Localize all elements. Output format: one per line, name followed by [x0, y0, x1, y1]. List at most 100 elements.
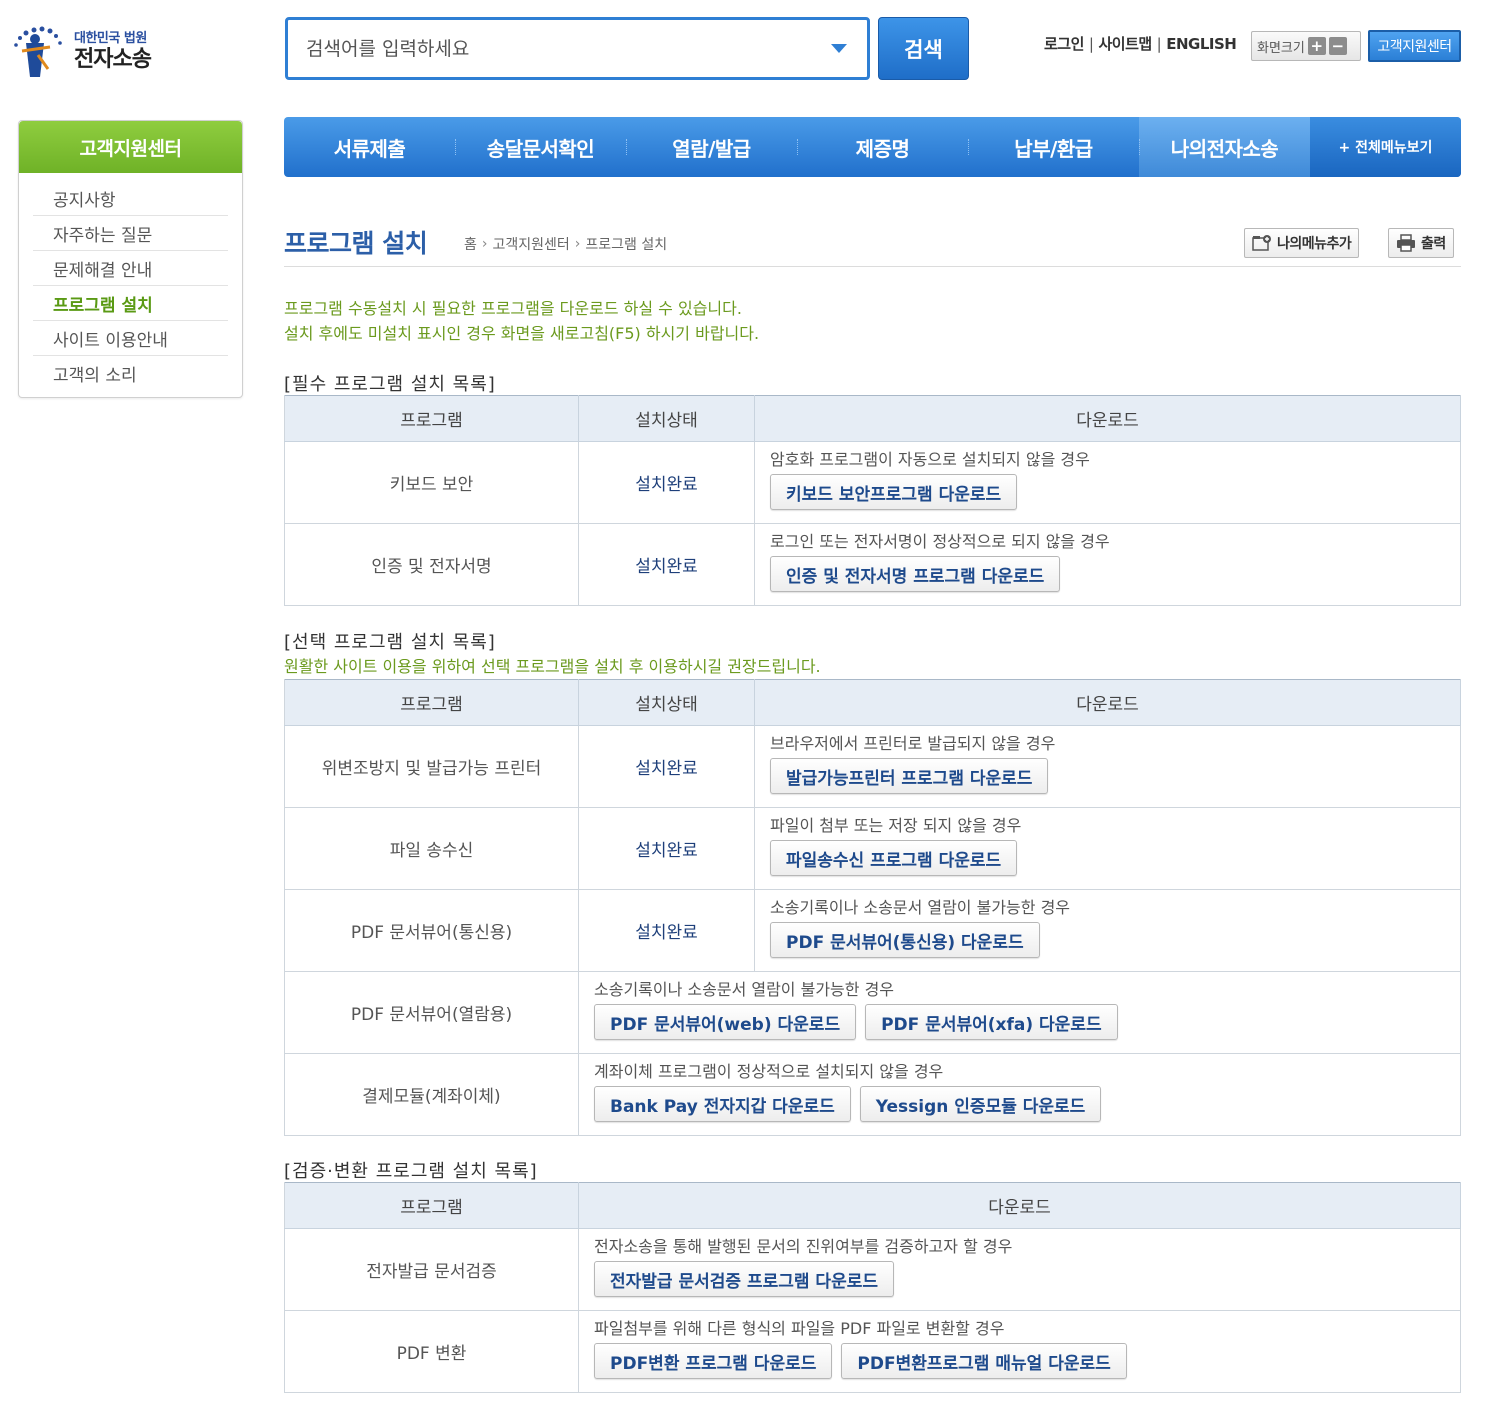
- column-header: 프로그램: [284, 1182, 579, 1229]
- support-center-button[interactable]: 고객지원센터: [1368, 30, 1461, 62]
- table-row: PDF 변환 파일첨부를 위해 다른 형식의 파일을 PDF 파일로 변환할 경…: [284, 1310, 1461, 1393]
- utility-links: 로그인 | 사이트맵 | ENGLISH: [1044, 33, 1237, 54]
- download-cell: 계좌이체 프로그램이 정상적으로 설치되지 않을 경우 Bank Pay 전자지…: [578, 1053, 1461, 1136]
- download-description: 소송기록이나 소송문서 열람이 불가능한 경우: [770, 898, 1071, 917]
- sidebar-item-troubleshooting[interactable]: 문제해결 안내: [33, 251, 228, 286]
- dropdown-caret-icon[interactable]: [829, 44, 849, 53]
- nav-view-issue[interactable]: 열람/발급: [626, 117, 797, 177]
- zoom-out-button[interactable]: −: [1328, 37, 1347, 55]
- program-name: PDF 문서뷰어(통신용): [284, 889, 579, 972]
- chevron-right-icon: ›: [574, 236, 581, 252]
- breadcrumb-home[interactable]: 홈: [464, 234, 477, 254]
- table-row: 인증 및 전자서명 설치완료 로그인 또는 전자서명이 정상적으로 되지 않을 …: [284, 523, 1461, 606]
- english-link[interactable]: ENGLISH: [1166, 35, 1237, 53]
- table-row: PDF 문서뷰어(열람용) 소송기록이나 소송문서 열람이 불가능한 경우 PD…: [284, 971, 1461, 1054]
- zoom-in-button[interactable]: +: [1307, 37, 1326, 55]
- table-row: 전자발급 문서검증 전자소송을 통해 발행된 문서의 진위여부를 검증하고자 할…: [284, 1228, 1461, 1311]
- logo-title: 전자소송: [74, 46, 152, 72]
- required-programs-table: 프로그램 설치상태 다운로드 키보드 보안 설치완료 암호화 프로그램이 자동으…: [284, 395, 1461, 606]
- certificate-signature-download-button[interactable]: 인증 및 전자서명 프로그램 다운로드: [770, 556, 1061, 592]
- download-cell: 로그인 또는 전자서명이 정상적으로 되지 않을 경우 인증 및 전자서명 프로…: [754, 523, 1461, 606]
- document-verify-download-button[interactable]: 전자발급 문서검증 프로그램 다운로드: [594, 1261, 894, 1297]
- table-row: 파일 송수신 설치완료 파일이 첨부 또는 저장 되지 않을 경우 파일송수신 …: [284, 807, 1461, 890]
- table-row: 위변조방지 및 발급가능 프린터 설치완료 브라우저에서 프린터로 발급되지 않…: [284, 725, 1461, 808]
- separator: |: [1088, 34, 1094, 53]
- nav-certificates[interactable]: 제증명: [797, 117, 968, 177]
- nav-payment-refund[interactable]: 납부/환급: [968, 117, 1139, 177]
- optional-section-title: [선택 프로그램 설치 목록]: [284, 632, 496, 653]
- verify-programs-table: 프로그램 다운로드 전자발급 문서검증 전자소송을 통해 발행된 문서의 진위여…: [284, 1182, 1461, 1393]
- login-link[interactable]: 로그인: [1044, 33, 1084, 54]
- sidebar: 고객지원센터 공지사항 자주하는 질문 문제해결 안내 프로그램 설치 사이트 …: [18, 120, 243, 398]
- zoom-control: 화면크기 + −: [1251, 31, 1361, 61]
- pdf-viewer-xfa-download-button[interactable]: PDF 문서뷰어(xfa) 다운로드: [865, 1004, 1118, 1040]
- optional-programs-table: 프로그램 설치상태 다운로드 위변조방지 및 발급가능 프린터 설치완료 브라우…: [284, 679, 1461, 1136]
- intro-text: 프로그램 수동설치 시 필요한 프로그램을 다운로드 하실 수 있습니다. 설치…: [284, 296, 759, 346]
- nav-delivery-check[interactable]: 송달문서확인: [455, 117, 626, 177]
- column-header: 프로그램: [284, 679, 579, 726]
- install-status: 설치완료: [578, 523, 755, 606]
- pdf-convert-manual-download-button[interactable]: PDF변환프로그램 매뉴얼 다운로드: [841, 1343, 1127, 1379]
- program-name: 결제모듈(계좌이체): [284, 1053, 579, 1136]
- nav-all-menu[interactable]: + 전체메뉴보기: [1310, 117, 1461, 177]
- optional-section-note: 원활한 사이트 이용을 위하여 선택 프로그램을 설치 후 이용하시길 권장드립…: [284, 657, 821, 676]
- printer-program-download-button[interactable]: 발급가능프린터 프로그램 다운로드: [770, 758, 1049, 794]
- download-cell: 파일첨부를 위해 다른 형식의 파일을 PDF 파일로 변환할 경우 PDF변환…: [578, 1310, 1461, 1393]
- sitemap-link[interactable]: 사이트맵: [1098, 33, 1152, 54]
- table-header-row: 프로그램 다운로드: [284, 1182, 1461, 1229]
- download-description: 브라우저에서 프린터로 발급되지 않을 경우: [770, 734, 1056, 753]
- yessign-module-download-button[interactable]: Yessign 인증모듈 다운로드: [859, 1086, 1102, 1122]
- table-row: 결제모듈(계좌이체) 계좌이체 프로그램이 정상적으로 설치되지 않을 경우 B…: [284, 1053, 1461, 1136]
- chevron-right-icon: ›: [481, 236, 488, 252]
- page-header: 프로그램 설치 홈 › 고객지원센터 › 프로그램 설치 나의메뉴추가 출력: [284, 222, 1461, 267]
- logo-subtitle: 대한민국 법원: [74, 30, 147, 46]
- nav-my-ecourt[interactable]: 나의전자소송: [1139, 117, 1310, 177]
- add-my-menu-button[interactable]: 나의메뉴추가: [1244, 228, 1360, 258]
- main-nav: 서류제출 송달문서확인 열람/발급 제증명 납부/환급 나의전자소송 + 전체메…: [284, 117, 1461, 177]
- printer-icon: [1396, 234, 1416, 252]
- keyboard-security-download-button[interactable]: 키보드 보안프로그램 다운로드: [770, 474, 1018, 510]
- breadcrumb-support[interactable]: 고객지원센터: [493, 234, 570, 254]
- sidebar-item-program-install[interactable]: 프로그램 설치: [33, 286, 228, 321]
- sidebar-item-notice[interactable]: 공지사항: [33, 181, 228, 216]
- column-header: 다운로드: [578, 1182, 1461, 1229]
- file-transfer-download-button[interactable]: 파일송수신 프로그램 다운로드: [770, 840, 1018, 876]
- search-button[interactable]: 검색: [878, 17, 969, 80]
- table-row: PDF 문서뷰어(통신용) 설치완료 소송기록이나 소송문서 열람이 불가능한 …: [284, 889, 1461, 972]
- intro-line: 설치 후에도 미설치 표시인 경우 화면을 새로고침(F5) 하시기 바랍니다.: [284, 324, 760, 343]
- table-header-row: 프로그램 설치상태 다운로드: [284, 679, 1461, 726]
- sidebar-item-customer-voice[interactable]: 고객의 소리: [33, 356, 228, 391]
- table-row: 키보드 보안 설치완료 암호화 프로그램이 자동으로 설치되지 않을 경우 키보…: [284, 441, 1461, 524]
- pdf-convert-download-button[interactable]: PDF변환 프로그램 다운로드: [594, 1343, 833, 1379]
- bankpay-wallet-download-button[interactable]: Bank Pay 전자지갑 다운로드: [594, 1086, 851, 1122]
- sidebar-item-site-guide[interactable]: 사이트 이용안내: [33, 321, 228, 356]
- sidebar-item-faq[interactable]: 자주하는 질문: [33, 216, 228, 251]
- download-cell: 브라우저에서 프린터로 발급되지 않을 경우 발급가능프린터 프로그램 다운로드: [754, 725, 1461, 808]
- install-status: 설치완료: [578, 889, 755, 972]
- print-label: 출력: [1421, 236, 1446, 252]
- program-name: PDF 변환: [284, 1310, 579, 1393]
- verify-section-title: [검증·변환 프로그램 설치 목록]: [284, 1161, 538, 1182]
- program-name: 전자발급 문서검증: [284, 1228, 579, 1311]
- pdf-viewer-web-download-button[interactable]: PDF 문서뷰어(web) 다운로드: [594, 1004, 857, 1040]
- column-header: 프로그램: [284, 395, 579, 442]
- program-name: 위변조방지 및 발급가능 프린터: [284, 725, 579, 808]
- intro-line: 프로그램 수동설치 시 필요한 프로그램을 다운로드 하실 수 있습니다.: [284, 299, 742, 318]
- program-name: 인증 및 전자서명: [284, 523, 579, 606]
- column-header: 설치상태: [578, 679, 755, 726]
- breadcrumb: 홈 › 고객지원센터 › 프로그램 설치: [464, 234, 667, 254]
- download-description: 암호화 프로그램이 자동으로 설치되지 않을 경우: [770, 450, 1090, 469]
- add-my-menu-label: 나의메뉴추가: [1277, 236, 1352, 252]
- column-header: 다운로드: [754, 395, 1461, 442]
- court-logo[interactable]: 대한민국 법원 전자소송: [12, 22, 172, 82]
- column-header: 다운로드: [754, 679, 1461, 726]
- nav-document-submit[interactable]: 서류제출: [284, 117, 455, 177]
- sidebar-menu: 공지사항 자주하는 질문 문제해결 안내 프로그램 설치 사이트 이용안내 고객…: [19, 173, 242, 391]
- pdf-viewer-comm-download-button[interactable]: PDF 문서뷰어(통신용) 다운로드: [770, 922, 1040, 958]
- download-description: 로그인 또는 전자서명이 정상적으로 되지 않을 경우: [770, 532, 1110, 551]
- download-description: 계좌이체 프로그램이 정상적으로 설치되지 않을 경우: [594, 1062, 944, 1081]
- program-name: 파일 송수신: [284, 807, 579, 890]
- column-header: 설치상태: [578, 395, 755, 442]
- search-input[interactable]: [288, 37, 829, 60]
- print-button[interactable]: 출력: [1388, 228, 1454, 258]
